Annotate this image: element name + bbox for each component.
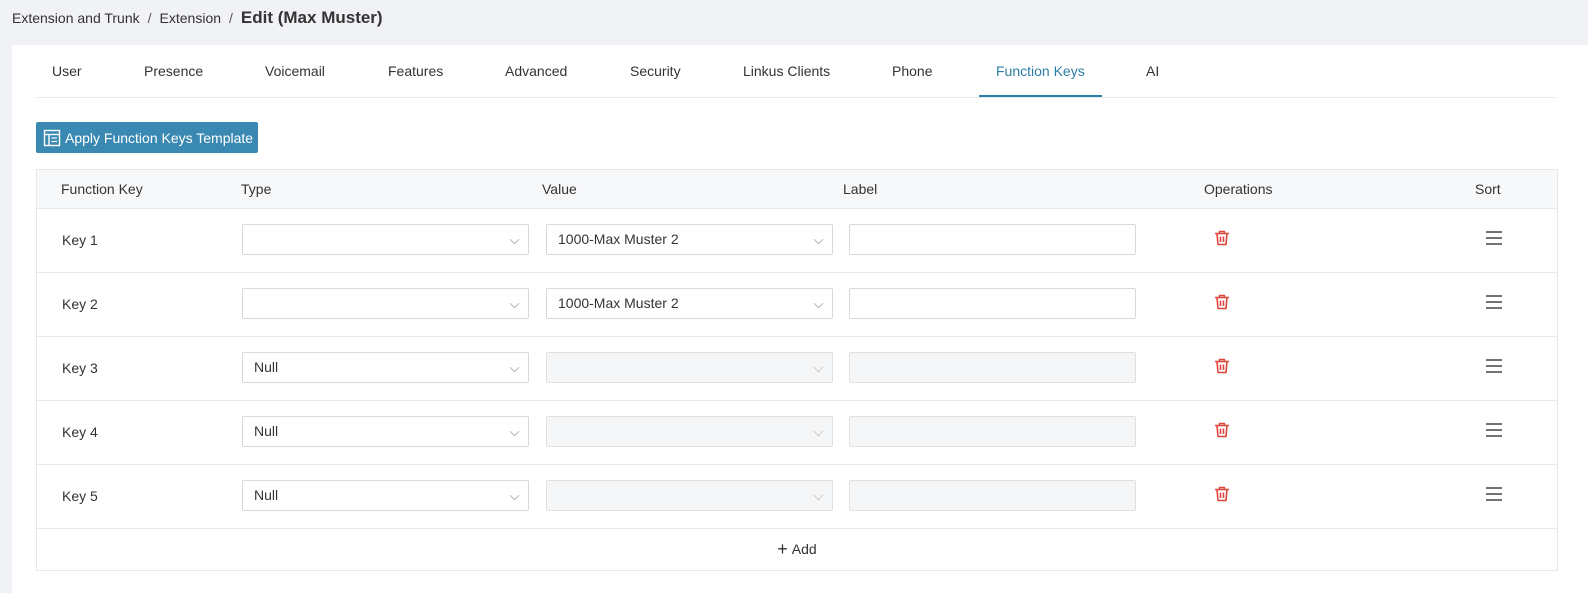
function-key-name: Key 1 — [62, 232, 98, 248]
drag-handle-icon[interactable] — [1485, 422, 1503, 438]
drag-handle-icon[interactable] — [1485, 294, 1503, 310]
tab-user[interactable]: User — [52, 45, 82, 96]
tab-security[interactable]: Security — [630, 45, 681, 96]
tab-linkus-clients[interactable]: Linkus Clients — [743, 45, 830, 96]
page-title: Edit (Max Muster) — [240, 8, 383, 27]
type-select[interactable] — [242, 224, 529, 255]
tab-features[interactable]: Features — [388, 45, 443, 96]
template-icon — [43, 129, 61, 146]
delete-icon[interactable] — [1213, 485, 1231, 503]
breadcrumb-extension[interactable]: Extension — [160, 10, 221, 26]
tab-function-keys[interactable]: Function Keys — [979, 45, 1102, 97]
column-header-type: Type — [241, 181, 272, 197]
chevron-down-icon — [509, 490, 520, 501]
column-header-label: Label — [843, 181, 878, 197]
type-select-value: Null — [254, 423, 279, 439]
function-key-name: Key 5 — [62, 488, 98, 504]
breadcrumb-extension-and-trunk[interactable]: Extension and Trunk — [12, 10, 140, 26]
chevron-down-icon — [509, 362, 520, 373]
label-input — [849, 416, 1136, 447]
table-row: Key 3 Null — [37, 336, 1557, 401]
delete-icon[interactable] — [1213, 293, 1231, 311]
chevron-down-icon — [509, 426, 520, 437]
type-select-value: Null — [254, 487, 279, 503]
table-row: Key 5 Null — [37, 464, 1557, 529]
label-input — [849, 480, 1136, 511]
apply-function-keys-template-button[interactable]: Apply Function Keys Template — [36, 122, 258, 153]
function-key-name: Key 4 — [62, 424, 98, 440]
apply-button-label: Apply Function Keys Template — [65, 129, 254, 146]
tab-presence[interactable]: Presence — [144, 45, 203, 96]
breadcrumb-separator: / — [229, 10, 233, 26]
table-row: Key 2 1000-Max Muster 2 — [37, 272, 1557, 337]
drag-handle-icon[interactable] — [1485, 230, 1503, 246]
plus-icon: + — [777, 539, 788, 559]
type-select-value: Null — [254, 359, 279, 375]
breadcrumb: Extension and Trunk / Extension / Edit (… — [12, 0, 383, 36]
chevron-down-icon — [813, 490, 824, 501]
drag-handle-icon[interactable] — [1485, 486, 1503, 502]
type-select[interactable] — [242, 288, 529, 319]
chevron-down-icon — [509, 298, 520, 309]
chevron-down-icon — [813, 298, 824, 309]
add-function-key-button[interactable]: + Add — [37, 528, 1557, 570]
table-row: Key 4 Null — [37, 400, 1557, 465]
chevron-down-icon — [813, 426, 824, 437]
tab-advanced[interactable]: Advanced — [505, 45, 567, 96]
add-label: Add — [791, 541, 817, 557]
column-header-sort: Sort — [1475, 181, 1501, 197]
tab-phone[interactable]: Phone — [892, 45, 932, 96]
label-input[interactable] — [849, 224, 1136, 255]
delete-icon[interactable] — [1213, 421, 1231, 439]
tab-voicemail[interactable]: Voicemail — [265, 45, 325, 96]
function-keys-table: Function Key Type Value Label Operations… — [36, 169, 1558, 571]
type-select[interactable]: Null — [242, 416, 529, 447]
function-key-name: Key 3 — [62, 360, 98, 376]
chevron-down-icon — [509, 234, 520, 245]
tab-bar: User Presence Voicemail Features Advance… — [36, 45, 1556, 98]
chevron-down-icon — [813, 362, 824, 373]
value-select — [546, 416, 833, 447]
chevron-down-icon — [813, 234, 824, 245]
type-select[interactable]: Null — [242, 352, 529, 383]
function-key-name: Key 2 — [62, 296, 98, 312]
breadcrumb-separator: / — [147, 10, 152, 26]
column-header-function-key: Function Key — [61, 181, 143, 197]
label-input — [849, 352, 1136, 383]
column-header-operations: Operations — [1204, 181, 1273, 197]
value-select — [546, 352, 833, 383]
value-select — [546, 480, 833, 511]
value-select-value: 1000-Max Muster 2 — [558, 295, 679, 311]
column-header-value: Value — [542, 181, 577, 197]
content-card: User Presence Voicemail Features Advance… — [12, 45, 1588, 593]
delete-icon[interactable] — [1213, 357, 1231, 375]
value-select[interactable]: 1000-Max Muster 2 — [546, 288, 833, 319]
type-select[interactable]: Null — [242, 480, 529, 511]
drag-handle-icon[interactable] — [1485, 358, 1503, 374]
delete-icon[interactable] — [1213, 229, 1231, 247]
value-select-value: 1000-Max Muster 2 — [558, 231, 679, 247]
table-row: Key 1 1000-Max Muster 2 — [37, 208, 1557, 273]
tab-ai[interactable]: AI — [1146, 45, 1159, 96]
table-header: Function Key Type Value Label Operations… — [37, 170, 1557, 209]
label-input[interactable] — [849, 288, 1136, 319]
value-select[interactable]: 1000-Max Muster 2 — [546, 224, 833, 255]
